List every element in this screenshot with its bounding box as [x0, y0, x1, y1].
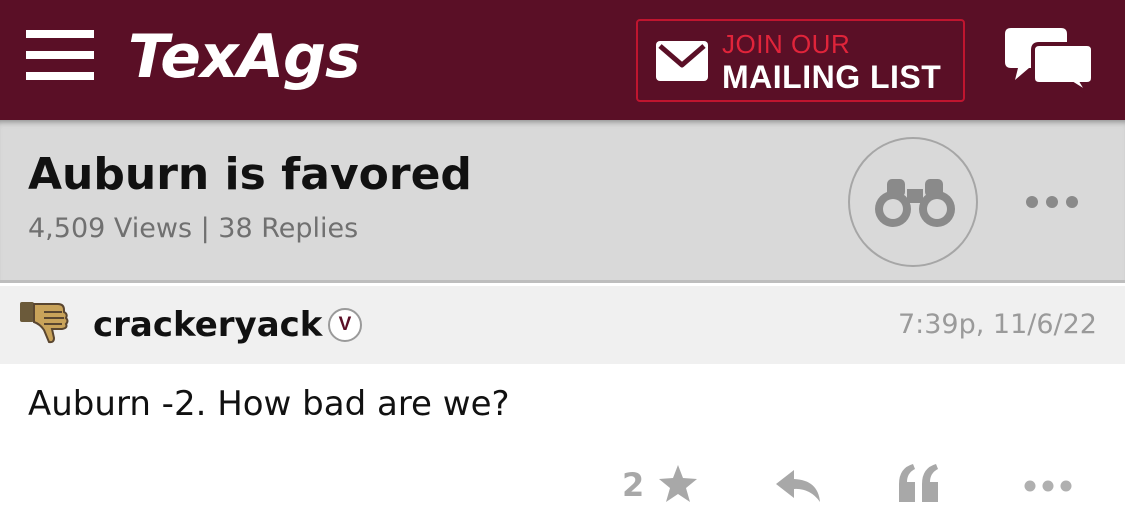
thread-header: Auburn is favored 4,509 Views | 38 Repli… [0, 120, 1125, 283]
mailing-list-line2: MAILING LIST [722, 59, 942, 95]
hamburger-menu-icon[interactable] [26, 30, 94, 80]
thumbs-down-avatar[interactable] [18, 296, 70, 344]
envelope-icon [656, 41, 708, 81]
mailing-list-line1: JOIN OUR [722, 29, 851, 59]
post-timestamp: 7:39p, 11/6/22 [897, 309, 1097, 340]
reply-arrow-icon[interactable] [774, 468, 822, 504]
more-dots-icon[interactable] [1022, 190, 1082, 214]
post-header: crackeryack V 7:39p, 11/6/22 [0, 286, 1125, 364]
post-username[interactable]: crackeryack [93, 304, 322, 346]
watch-thread-button[interactable] [848, 137, 978, 267]
thread-stats: 4,509 Views | 38 Replies [28, 213, 359, 244]
menu-line [26, 30, 94, 38]
join-mailing-list-button[interactable]: JOIN OUR MAILING LIST [636, 19, 965, 102]
menu-line [26, 72, 94, 80]
texags-logo[interactable]: TexAgs [128, 20, 361, 94]
star-count: 2 [622, 466, 645, 504]
verified-badge: V [328, 308, 362, 342]
menu-line [26, 51, 94, 59]
top-navigation-bar: TexAgs JOIN OUR MAILING LIST [0, 0, 1125, 120]
binoculars-icon [875, 179, 955, 227]
more-dots-icon[interactable] [1022, 476, 1074, 496]
post-body-text: Auburn -2. How bad are we? [28, 384, 510, 424]
chat-bubbles-icon[interactable] [1005, 24, 1095, 94]
star-icon[interactable] [657, 463, 699, 505]
thread-title: Auburn is favored [28, 149, 472, 200]
quote-icon[interactable] [897, 462, 941, 502]
